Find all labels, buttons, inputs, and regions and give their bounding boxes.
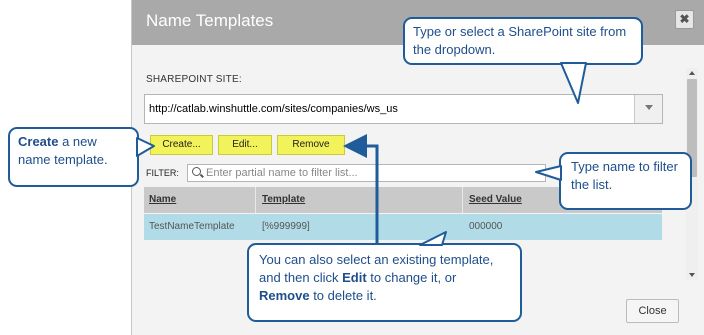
callout-edit-bold: Edit [342,270,367,285]
callout-filter: Type name to filter the list. [559,152,692,210]
callout-edit-text3: to delete it. [309,288,377,303]
sharepoint-site-value: http://catlab.winshuttle.com/sites/compa… [149,103,398,115]
sharepoint-site-dropdown[interactable]: http://catlab.winshuttle.com/sites/compa… [144,94,663,124]
cell-seed-value: 000000 [469,221,503,232]
column-header-template[interactable]: Template [262,194,305,205]
callout-create-bold: Create [18,134,59,149]
cell-name: TestNameTemplate [149,221,235,232]
scroll-up-icon[interactable] [689,71,695,75]
dropdown-toggle[interactable] [634,95,662,123]
filter-label: FILTER: [146,168,179,178]
create-button[interactable]: Create... [150,135,213,155]
callout-sharepoint-site: Type or select a SharePoint site from th… [403,17,643,65]
remove-button[interactable]: Remove [277,135,345,155]
cell-template: [%999999] [262,221,310,232]
column-header-name[interactable]: Name [149,194,176,205]
column-divider [462,187,463,213]
close-button[interactable]: Close [626,299,679,323]
sharepoint-site-label: SHAREPOINT SITE: [146,74,242,85]
callout-edit-text2: to change it, or [366,270,457,285]
callout-remove-bold: Remove [259,288,310,303]
scroll-down-icon[interactable] [689,273,695,277]
edit-button[interactable]: Edit... [218,135,272,155]
callout-site-text: Type or select a SharePoint site from th… [413,24,627,57]
filter-placeholder: Enter partial name to filter list... [206,167,358,179]
search-icon [192,167,201,176]
column-divider [255,187,256,213]
filter-input[interactable]: Enter partial name to filter list... [187,164,546,182]
column-header-seed-value[interactable]: Seed Value [469,194,522,205]
dialog-title: Name Templates [146,11,274,30]
chevron-down-icon [645,105,653,110]
close-icon[interactable]: ✖ [675,10,694,29]
callout-filter-text: Type name to filter the list. [571,159,678,192]
callout-create: Create a new name template. [8,127,139,187]
table-row[interactable]: TestNameTemplate [%999999] 000000 [144,214,662,240]
callout-edit-remove: You can also select an existing template… [247,243,522,322]
